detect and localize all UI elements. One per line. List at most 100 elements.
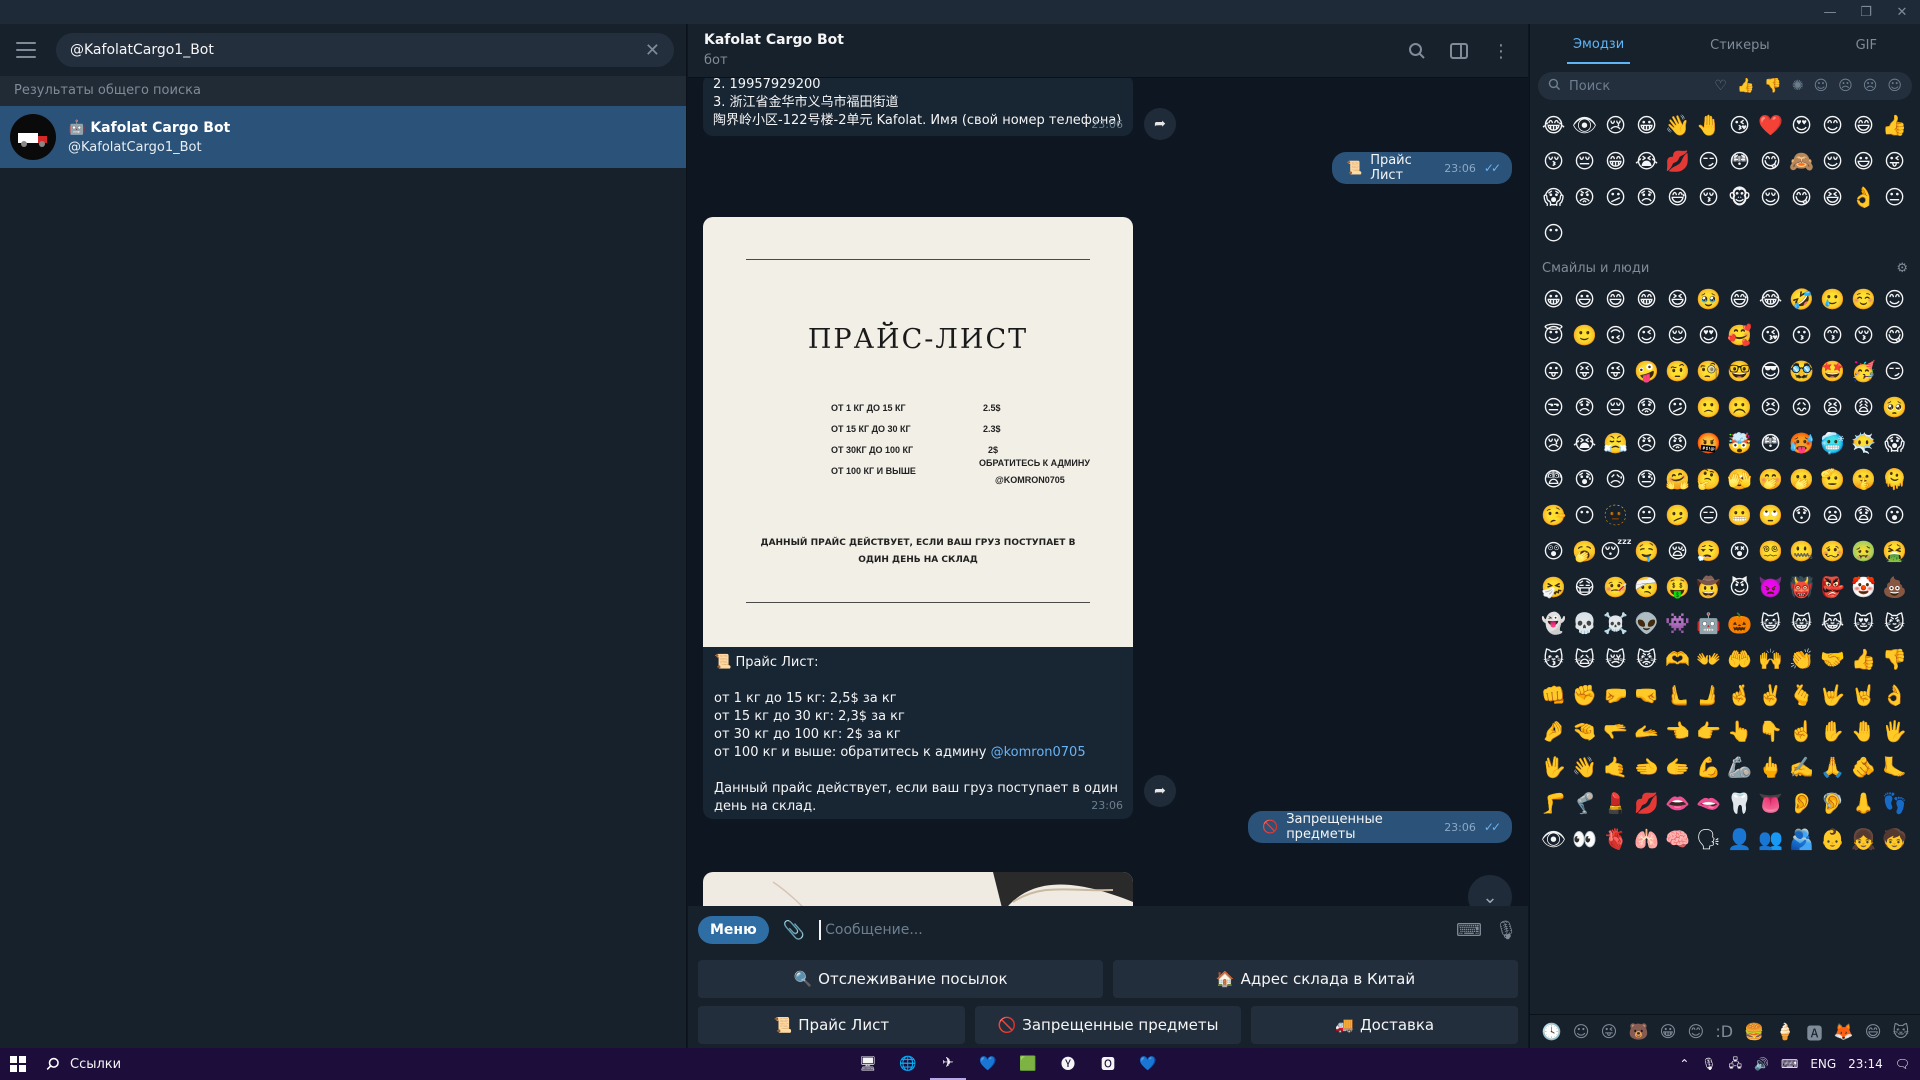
emoji-item[interactable]: 🤑	[1662, 572, 1693, 603]
message-list[interactable]: 2. 19957929200 3. 浙江省金华市义乌市福田街道 陶界岭小区-12…	[688, 78, 1528, 930]
emoji-item[interactable]: 😀	[1538, 284, 1569, 315]
emoji-item[interactable]: 🤜	[1631, 680, 1662, 711]
emoji-item[interactable]: 😶	[1569, 500, 1600, 531]
taskbar-app-icon[interactable]: 🌐	[890, 1048, 926, 1080]
emoji-item[interactable]: 🫰	[1786, 680, 1817, 711]
emoji-item[interactable]: 🤖	[1693, 608, 1724, 639]
emoji-item[interactable]: 🥰	[1724, 320, 1755, 351]
recent-emoji[interactable]: 😜	[1879, 146, 1910, 177]
notifications-icon[interactable]: 🗨	[1895, 1057, 1910, 1071]
clear-search-icon[interactable]: ✕	[645, 40, 660, 61]
emoji-item[interactable]: 🤧	[1538, 572, 1569, 603]
emoji-item[interactable]: 👀	[1569, 824, 1600, 855]
emoji-item[interactable]: 👶	[1817, 824, 1848, 855]
emoji-item[interactable]: 👿	[1755, 572, 1786, 603]
emoji-item[interactable]: 👣	[1879, 788, 1910, 819]
chat-title[interactable]: Kafolat Cargo Bot	[704, 32, 1512, 48]
sad-filter-icon[interactable]: ☹	[1838, 78, 1853, 94]
emoji-item[interactable]: 😷	[1569, 572, 1600, 603]
emoji-category-icon[interactable]: 🍦	[1775, 1022, 1795, 1041]
emoji-item[interactable]: 🤨	[1662, 356, 1693, 387]
emoji-item[interactable]: 🫤	[1662, 500, 1693, 531]
close-button[interactable]: ✕	[1884, 0, 1920, 24]
emoji-item[interactable]: 😏	[1879, 356, 1910, 387]
emoji-item[interactable]: 😋	[1879, 320, 1910, 351]
emoji-item[interactable]: 😕	[1662, 392, 1693, 423]
emoji-item[interactable]: 🥶	[1817, 428, 1848, 459]
restore-button[interactable]: ❐	[1848, 0, 1884, 24]
warehouse-address-button[interactable]: 🏠 Адрес склада в Китай	[1113, 960, 1518, 998]
emoji-item[interactable]: 😱	[1879, 428, 1910, 459]
emoji-item[interactable]: 😸	[1786, 608, 1817, 639]
emoji-item[interactable]: 👧	[1848, 824, 1879, 855]
emoji-item[interactable]: 🥱	[1569, 536, 1600, 567]
volume-icon[interactable]: 🔊	[1754, 1057, 1769, 1071]
emoji-item[interactable]: 😼	[1879, 608, 1910, 639]
emoji-item[interactable]: 🫸	[1693, 680, 1724, 711]
emoji-item[interactable]: 😤	[1600, 428, 1631, 459]
price-list-image[interactable]: ПРАЙС-ЛИСТ ОТ 1 КГ ДО 15 КГ 2.5$ ОТ 15 К…	[703, 217, 1133, 647]
taskbar-app-icon[interactable]: 🟩	[1010, 1048, 1046, 1080]
smile-filter-icon[interactable]: ☺	[1814, 78, 1829, 94]
clock[interactable]: 23:14	[1848, 1057, 1883, 1071]
emoji-item[interactable]: 😅	[1724, 284, 1755, 315]
thumbs-up-filter-icon[interactable]: 👍	[1737, 78, 1754, 94]
emoji-item[interactable]: 😙	[1817, 320, 1848, 351]
recent-emoji[interactable]: 😌	[1817, 146, 1848, 177]
emoji-item[interactable]: 😭	[1569, 428, 1600, 459]
emoji-item[interactable]: 😹	[1817, 608, 1848, 639]
emoji-item[interactable]: 🙄	[1755, 500, 1786, 531]
emoji-item[interactable]: 😚	[1848, 320, 1879, 351]
forward-icon[interactable]: ➦	[1144, 775, 1176, 807]
start-button[interactable]	[0, 1048, 36, 1080]
forward-icon[interactable]: ➦	[1144, 108, 1176, 140]
emoji-item[interactable]: 🙏	[1817, 752, 1848, 783]
emoji-item[interactable]: 😂	[1755, 284, 1786, 315]
recent-emoji[interactable]: 💋	[1662, 146, 1693, 177]
emoji-item[interactable]: 🙌	[1755, 644, 1786, 675]
recent-emoji[interactable]: ❤️	[1755, 110, 1786, 141]
recent-emoji[interactable]: 👋	[1662, 110, 1693, 141]
emoji-item[interactable]: 😘	[1755, 320, 1786, 351]
emoji-item[interactable]: ✌️	[1755, 680, 1786, 711]
emoji-item[interactable]: 🤘	[1848, 680, 1879, 711]
emoji-item[interactable]: 🦶	[1879, 752, 1910, 783]
emoji-item[interactable]: 😇	[1538, 320, 1569, 351]
emoji-item[interactable]: 😲	[1538, 536, 1569, 567]
emoji-item[interactable]: 😻	[1848, 608, 1879, 639]
emoji-item[interactable]: 😜	[1600, 356, 1631, 387]
emoji-item[interactable]: 🦿	[1569, 788, 1600, 819]
emoji-item[interactable]: 🥹	[1693, 284, 1724, 315]
hamburger-menu-icon[interactable]	[12, 35, 42, 65]
recent-emoji[interactable]: 😱	[1538, 182, 1569, 213]
emoji-item[interactable]: 🤯	[1724, 428, 1755, 459]
admin-link[interactable]: @komron0705	[991, 745, 1086, 760]
microphone-icon[interactable]: 🎙	[1701, 1057, 1716, 1071]
tab-emoji[interactable]: Эмодзи	[1566, 27, 1631, 64]
recent-emoji[interactable]: 😕	[1600, 182, 1631, 213]
emoji-item[interactable]: 😠	[1631, 428, 1662, 459]
emoji-item[interactable]: ☹️	[1724, 392, 1755, 423]
skin-tone-settings-icon[interactable]: ⚙	[1896, 261, 1908, 276]
emoji-item[interactable]: 👏	[1786, 644, 1817, 675]
emoji-item[interactable]: 😉	[1631, 320, 1662, 351]
emoji-category-icon[interactable]: 🐱	[1893, 1022, 1910, 1041]
emoji-item[interactable]: 👐	[1693, 644, 1724, 675]
recent-emoji[interactable]: 😘	[1724, 110, 1755, 141]
keyboard-icon[interactable]: ⌨	[1781, 1057, 1798, 1071]
emoji-item[interactable]: 🤝	[1817, 644, 1848, 675]
emoji-category-icon[interactable]: 😊	[1687, 1022, 1704, 1041]
emoji-item[interactable]: 👌	[1879, 680, 1910, 711]
recent-emoji[interactable]: 😚	[1538, 146, 1569, 177]
emoji-item[interactable]: 😽	[1538, 644, 1569, 675]
emoji-item[interactable]: 🫦	[1693, 788, 1724, 819]
emoji-item[interactable]: 😖	[1786, 392, 1817, 423]
emoji-item[interactable]: 🤠	[1693, 572, 1724, 603]
emoji-item[interactable]: 🫲	[1631, 752, 1662, 783]
tab-gif[interactable]: GIF	[1850, 28, 1883, 63]
grin-filter-icon[interactable]: ☺	[1887, 78, 1902, 94]
emoji-item[interactable]: 💀	[1569, 608, 1600, 639]
recent-emoji[interactable]: 🙈	[1786, 146, 1817, 177]
angry-filter-icon[interactable]: ☹	[1863, 78, 1878, 94]
emoji-item[interactable]: 🤣	[1786, 284, 1817, 315]
